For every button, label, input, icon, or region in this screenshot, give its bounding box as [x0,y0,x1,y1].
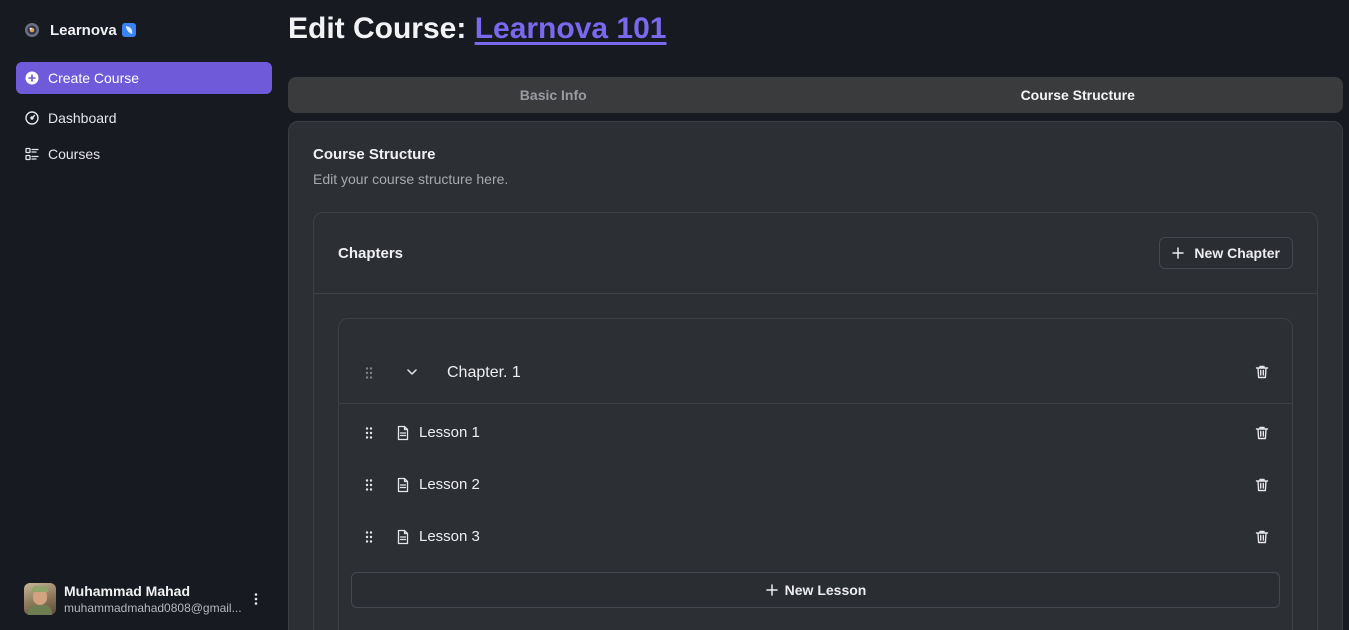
chapters-panel: Chapters New Chapter Chapter. 1 Lesson 1… [313,212,1318,630]
sparkle-badge-icon [121,22,137,38]
lesson-row[interactable]: Lesson 1 [339,413,1292,453]
card-title: Course Structure [313,146,436,163]
brand-name: Learnova [50,21,117,39]
sidebar-item-label: Courses [48,146,101,162]
sidebar-item-label: Dashboard [48,110,117,126]
new-chapter-label: New Chapter [1194,245,1280,261]
tab-basic-info[interactable]: Basic Info [291,80,816,110]
sidebar-nav: Create Course Dashboard Courses [16,62,272,170]
page-title: Edit Course: Learnova 101 [288,11,666,47]
drag-handle-icon[interactable] [361,529,377,545]
trash-icon[interactable] [1254,425,1270,441]
user-email: muhammadmahad0808@gmail... [64,600,242,615]
chevron-down-icon[interactable] [404,364,420,380]
chapter-name[interactable]: Chapter. 1 [447,364,521,382]
chapters-title: Chapters [338,245,404,262]
sidebar: Learnova Create Course Dashboard Courses… [0,0,288,630]
drag-handle-icon[interactable] [361,477,377,493]
page-title-prefix: Edit Course: [288,12,475,45]
user-name: Muhammad Mahad [64,582,191,599]
logo-icon [24,22,40,38]
lesson-name: Lesson 1 [419,424,480,441]
course-structure-card: Course Structure Edit your course struct… [288,121,1343,630]
trash-icon[interactable] [1254,477,1270,493]
plus-circle-icon [24,70,40,86]
sidebar-item-create-course[interactable]: Create Course [16,62,272,94]
drag-handle-icon[interactable] [361,365,377,381]
lesson-row[interactable]: Lesson 3 [339,517,1292,557]
new-lesson-label: New Lesson [784,582,867,598]
chapter-header: Chapter. 1 [339,319,1292,404]
tab-course-structure[interactable]: Course Structure [816,80,1341,110]
trash-icon[interactable] [1254,529,1270,545]
list-icon [24,146,40,162]
chapters-header: Chapters New Chapter [314,213,1317,294]
plus-icon [1170,245,1186,261]
app-root: Learnova Create Course Dashboard Courses… [0,0,1349,630]
file-text-icon [395,529,411,545]
avatar [24,583,56,615]
brand[interactable]: Learnova [24,20,137,40]
user-profile[interactable]: Muhammad Mahad muhammadmahad0808@gmail..… [24,582,272,616]
lesson-row[interactable]: Lesson 2 [339,465,1292,505]
new-chapter-button[interactable]: New Chapter [1159,237,1293,269]
sidebar-item-label: Create Course [48,70,140,86]
plus-icon [765,583,779,597]
drag-handle-icon[interactable] [361,425,377,441]
trash-icon[interactable] [1254,364,1270,380]
file-text-icon [395,477,411,493]
main-content: Edit Course: Learnova 101 Basic Info Cou… [288,0,1349,630]
tab-list: Basic Info Course Structure [288,77,1343,113]
sidebar-item-dashboard[interactable]: Dashboard [16,102,272,134]
sidebar-item-courses[interactable]: Courses [16,138,272,170]
gauge-icon [24,110,40,126]
card-description: Edit your course structure here. [313,171,509,187]
lesson-name: Lesson 2 [419,476,480,493]
more-vertical-icon[interactable] [248,591,264,607]
file-text-icon [395,425,411,441]
lesson-name: Lesson 3 [419,528,480,545]
course-name-link[interactable]: Learnova 101 [475,12,667,45]
chapter-item: Chapter. 1 Lesson 1 Lesson 2 Lesson 3 Ne… [338,318,1293,630]
new-lesson-button[interactable]: New Lesson [351,572,1280,608]
